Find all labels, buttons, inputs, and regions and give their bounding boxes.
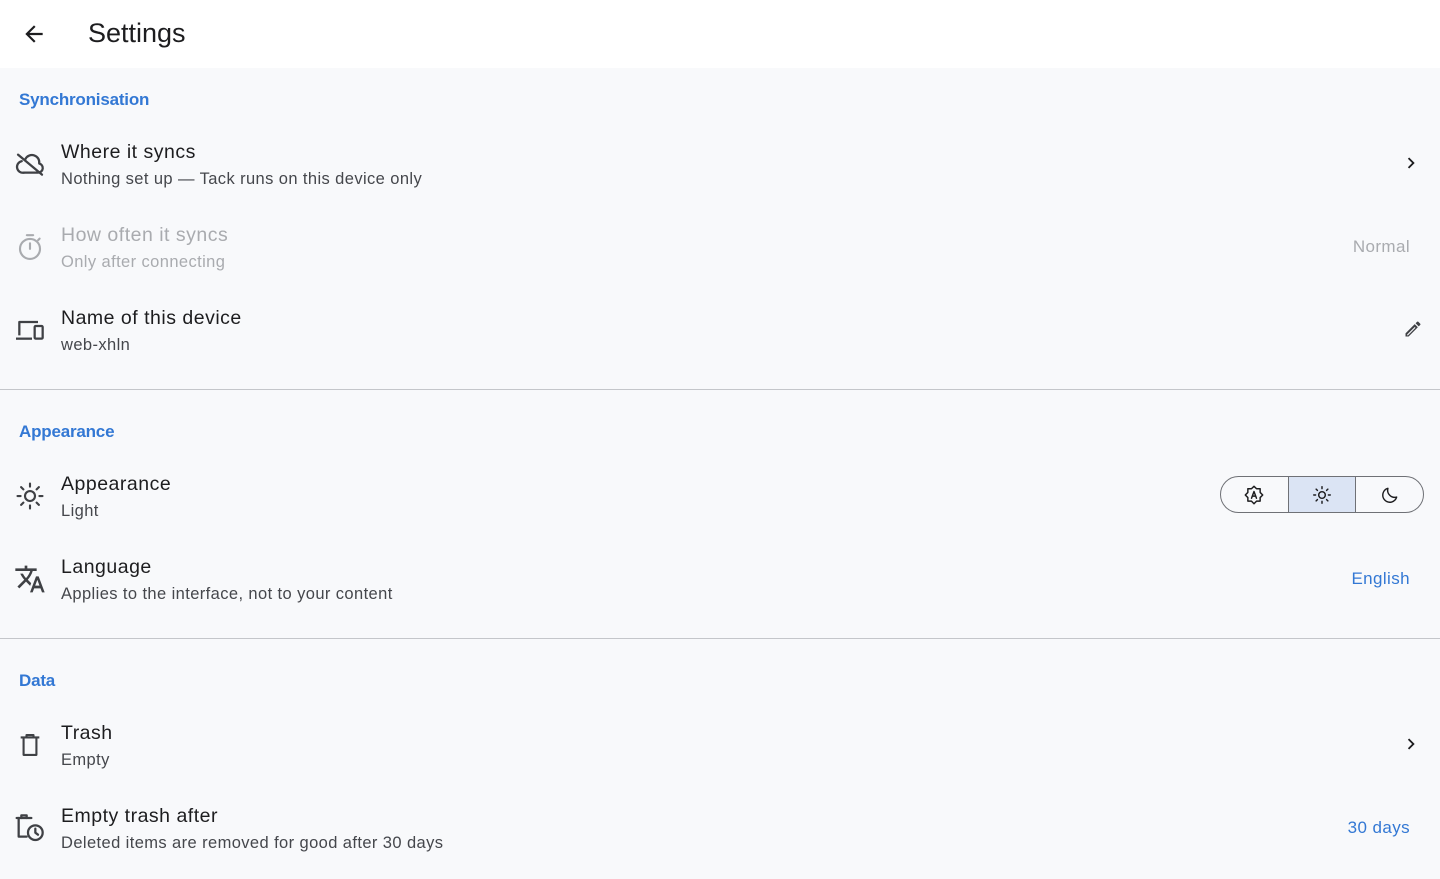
back-button[interactable] — [14, 14, 54, 54]
brightness-auto-icon — [1244, 485, 1264, 504]
section-divider — [0, 638, 1440, 639]
sun-icon — [13, 479, 46, 512]
chevron-right-icon — [1398, 731, 1424, 757]
language-value[interactable]: English — [1351, 569, 1410, 589]
theme-auto-button[interactable] — [1221, 477, 1288, 512]
setting-trash[interactable]: Trash Empty — [0, 703, 1440, 786]
theme-light-button[interactable] — [1287, 477, 1356, 512]
devices-icon — [13, 313, 46, 346]
setting-subtitle: web-xhln — [61, 336, 131, 354]
section-header-appearance: Appearance — [19, 422, 115, 441]
setting-title: Empty trash after — [61, 805, 218, 827]
theme-segmented-control — [1220, 476, 1424, 513]
pencil-icon[interactable] — [1400, 316, 1426, 342]
setting-title: How often it syncs — [61, 224, 229, 246]
theme-dark-button[interactable] — [1355, 477, 1423, 512]
setting-title: Language — [61, 556, 152, 578]
timer-icon — [13, 230, 46, 263]
setting-title: Name of this device — [61, 307, 242, 329]
setting-title: Trash — [61, 722, 113, 744]
setting-subtitle: Light — [61, 502, 99, 520]
setting-language[interactable]: Language Applies to the interface, not t… — [0, 537, 1440, 620]
setting-where-it-syncs[interactable]: Where it syncs Nothing set up — Tack run… — [0, 122, 1440, 205]
setting-subtitle: Empty — [61, 751, 110, 769]
page-title: Settings — [88, 18, 186, 48]
delete-clock-icon — [13, 811, 46, 844]
setting-subtitle: Deleted items are removed for good after… — [61, 834, 444, 852]
cloud-off-icon — [13, 147, 46, 180]
empty-trash-value[interactable]: 30 days — [1348, 818, 1410, 838]
chevron-right-icon — [1398, 150, 1424, 176]
sync-frequency-value: Normal — [1352, 237, 1410, 256]
setting-subtitle: Applies to the interface, not to your co… — [61, 585, 393, 603]
top-app-bar: Settings — [0, 0, 1440, 68]
setting-title: Where it syncs — [61, 141, 196, 163]
setting-title: Appearance — [61, 473, 172, 495]
setting-empty-trash-after[interactable]: Empty trash after Deleted items are remo… — [0, 786, 1440, 869]
moon-icon — [1381, 487, 1398, 503]
section-header-sync: Synchronisation — [19, 90, 150, 109]
setting-subtitle: Only after connecting — [61, 253, 226, 271]
sun-icon — [1313, 485, 1331, 504]
setting-subtitle: Nothing set up — Tack runs on this devic… — [61, 170, 423, 188]
setting-device-name[interactable]: Name of this device web-xhln — [0, 288, 1440, 371]
section-header-data: Data — [19, 671, 56, 690]
arrow-left-icon — [25, 25, 43, 43]
trash-icon — [13, 728, 46, 761]
section-divider — [0, 389, 1440, 390]
translate-icon — [13, 562, 46, 595]
setting-how-often-it-syncs: How often it syncs Only after connecting… — [0, 205, 1440, 288]
